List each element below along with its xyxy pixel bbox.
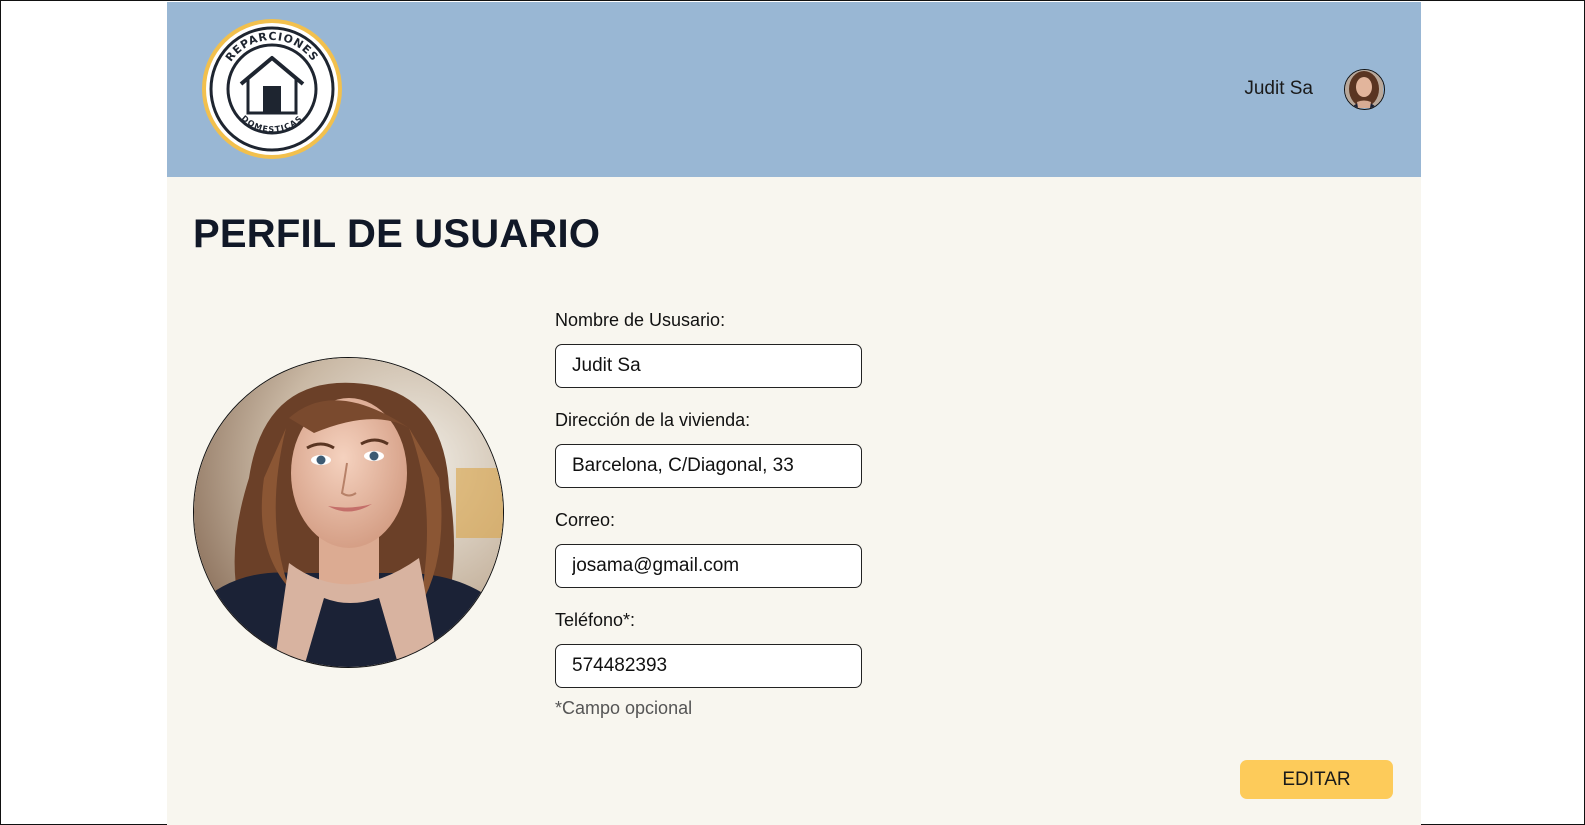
app-frame: REPARCIONES DOMESTICAS Judit Sa PERFIL D… bbox=[0, 0, 1585, 825]
profile-photo bbox=[193, 357, 504, 668]
profile-portrait-icon bbox=[194, 358, 503, 667]
phone-label: Teléfono*: bbox=[555, 610, 636, 630]
header-user-name: Judit Sa bbox=[1244, 78, 1313, 99]
page: REPARCIONES DOMESTICAS Judit Sa PERFIL D… bbox=[167, 2, 1421, 825]
username-input[interactable] bbox=[555, 344, 862, 388]
email-label: Correo: bbox=[555, 510, 616, 530]
profile-form: Nombre de Ususario: Dirección de la vivi… bbox=[555, 310, 865, 719]
email-input[interactable] bbox=[555, 544, 862, 588]
page-title: PERFIL DE USUARIO bbox=[193, 212, 601, 256]
phone-input[interactable] bbox=[555, 644, 862, 688]
logo[interactable]: REPARCIONES DOMESTICAS bbox=[201, 18, 343, 160]
avatar-portrait-icon bbox=[1345, 70, 1383, 108]
top-header: REPARCIONES DOMESTICAS Judit Sa bbox=[167, 2, 1421, 177]
optional-field-note: *Campo opcional bbox=[555, 698, 693, 718]
address-label: Dirección de la vivienda: bbox=[555, 410, 751, 430]
address-input[interactable] bbox=[555, 444, 862, 488]
user-avatar[interactable] bbox=[1344, 69, 1385, 110]
username-label: Nombre de Ususario: bbox=[555, 310, 726, 330]
edit-button[interactable]: EDITAR bbox=[1240, 760, 1393, 799]
